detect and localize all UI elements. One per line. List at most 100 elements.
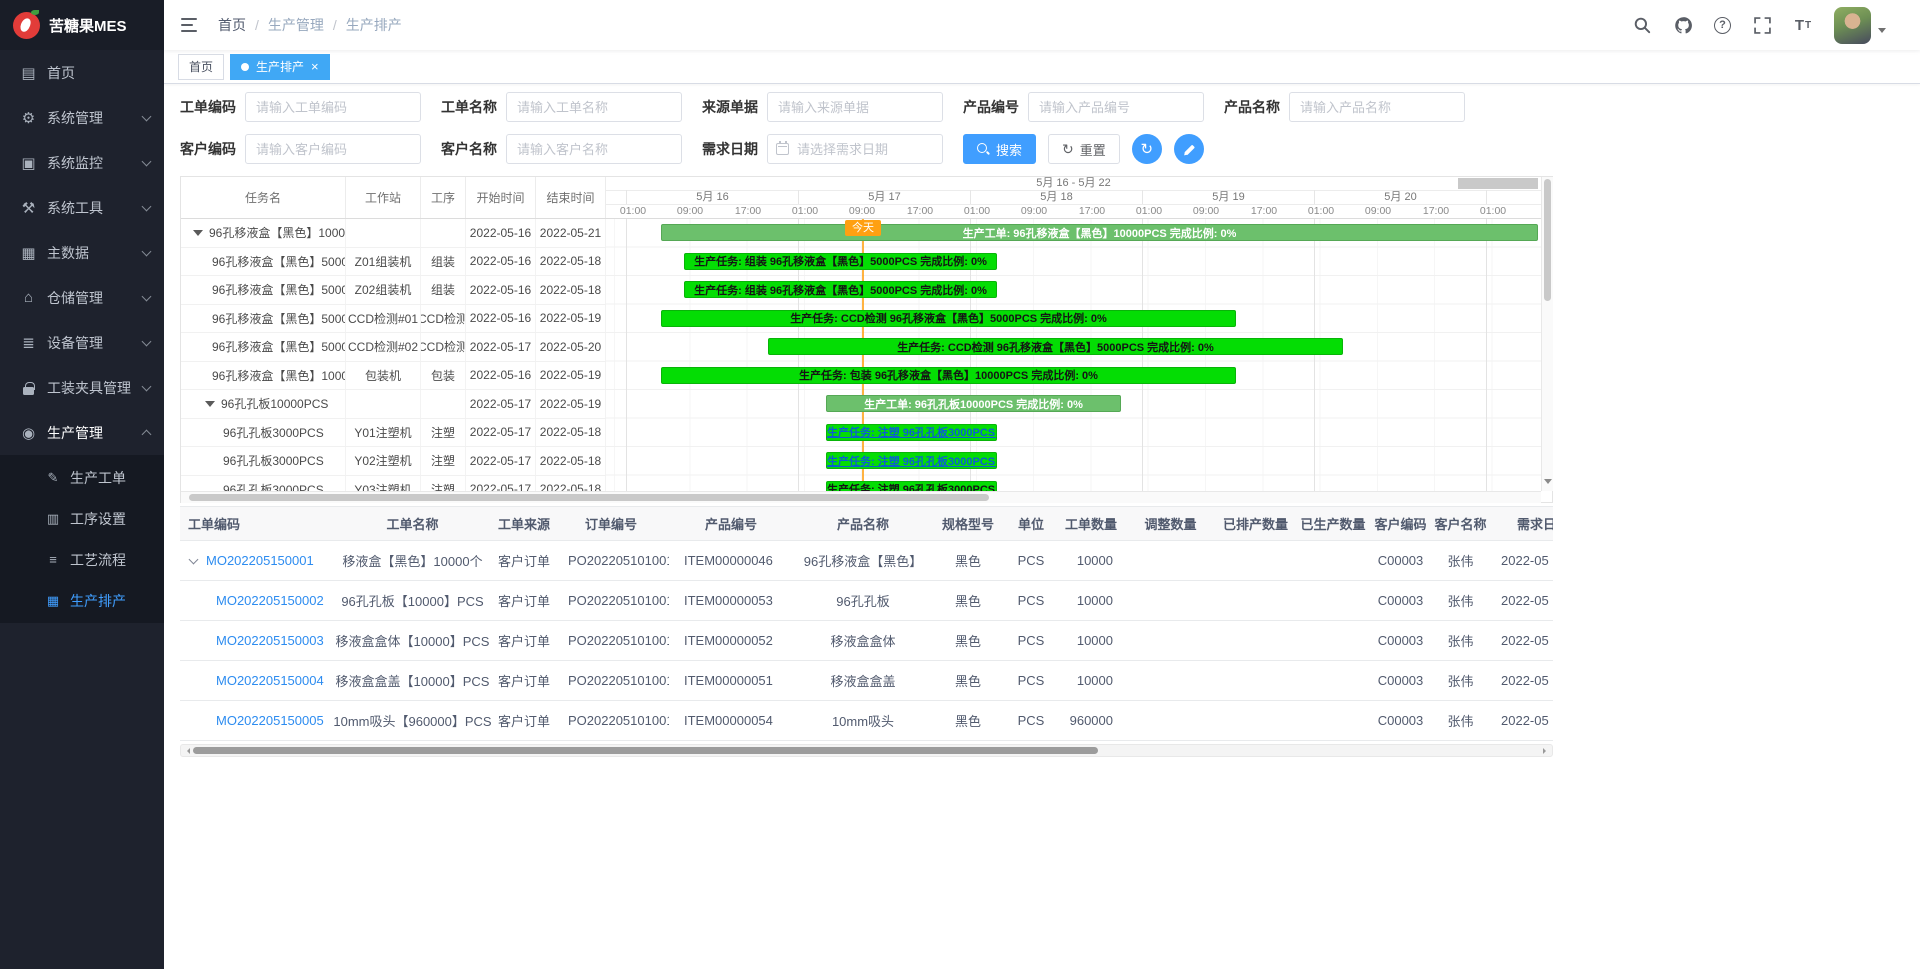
font-size-icon[interactable]: TT [1793, 15, 1813, 35]
help-icon[interactable]: ? [1714, 17, 1731, 34]
sidebar-item-master-data[interactable]: ▦ 主数据 [0, 230, 164, 275]
timeline-hour-label: 17:00 [902, 204, 938, 219]
order-code-link[interactable]: MO202205150005 [216, 713, 324, 728]
search-icon[interactable] [1632, 15, 1652, 35]
product-name-input[interactable] [1289, 92, 1465, 122]
scroll-down-arrow-icon[interactable] [1544, 479, 1552, 488]
item-no-cell: ITEM00000052 [669, 621, 793, 661]
collapse-caret-icon[interactable] [193, 230, 203, 241]
order-name-cell: 96孔孔板【10000】PCS [330, 581, 495, 621]
search-button[interactable]: 搜索 [963, 134, 1036, 164]
close-icon[interactable]: × [311, 60, 319, 73]
reset-button[interactable]: ↻ 重置 [1048, 134, 1120, 164]
task-name-cell: 96孔移液盒【黑色】5000P [181, 248, 346, 276]
start-cell: 2022-05-17 [466, 447, 536, 475]
order-row[interactable]: MO202205150002 96孔孔板【10000】PCS 客户订单 PO20… [180, 581, 1553, 621]
order-code-link[interactable]: MO202205150001 [206, 553, 314, 568]
order-source-cell: 客户订单 [495, 541, 553, 581]
gantt-bar-order[interactable]: 生产工单: 96孔移液盒【黑色】10000PCS 完成比例: 0% [661, 224, 1538, 241]
filter-work-order-name: 工单名称 [441, 92, 682, 122]
sidebar-item-production[interactable]: ◉ 生产管理 [0, 410, 164, 455]
sidebar-item-warehouse[interactable]: ⌂ 仓储管理 [0, 275, 164, 320]
order-code-link[interactable]: MO202205150004 [216, 673, 324, 688]
adjust-schedule-button[interactable] [1174, 134, 1204, 164]
product-code-input[interactable] [1028, 92, 1204, 122]
gantt-vertical-scrollbar[interactable] [1541, 177, 1553, 491]
sidebar-item-system-admin[interactable]: ⚙ 系统管理 [0, 95, 164, 140]
unit-cell: PCS [1003, 621, 1059, 661]
tab-scheduling[interactable]: 生产排产 × [230, 54, 330, 80]
scroll-left-arrow-icon[interactable] [184, 748, 190, 754]
adjust-qty-cell [1123, 541, 1218, 581]
sidebar-item-routing[interactable]: ≡ 工艺流程 [0, 539, 164, 580]
refresh-gantt-button[interactable]: ↻ [1132, 134, 1162, 164]
scroll-right-arrow-icon[interactable] [1543, 748, 1549, 754]
gantt-bar-task-selected[interactable]: 生产任务: 注塑 96孔孔板3000PCS 完成 [826, 452, 997, 469]
app-logo[interactable]: 苦糖果MES [0, 0, 164, 50]
scrollbar-thumb[interactable] [1544, 179, 1551, 301]
customer-name-input[interactable] [506, 134, 682, 164]
sidebar-item-equipment[interactable]: ≣ 设备管理 [0, 320, 164, 365]
gantt-bar-task[interactable]: 生产任务: 组装 96孔移液盒【黑色】5000PCS 完成比例: 0% [684, 281, 997, 298]
fullscreen-icon[interactable] [1752, 15, 1772, 35]
sidebar-toggle-icon[interactable] [164, 0, 214, 50]
gantt-task-row[interactable]: 96孔移液盒【黑色】10000 包装机 包装 2022-05-16 2022-0… [181, 362, 606, 391]
gantt-task-row[interactable]: 96孔孔板10000PCS 2022-05-17 2022-05-19 [181, 390, 606, 419]
source-doc-input[interactable] [767, 92, 943, 122]
gantt-bar-task[interactable]: 生产任务: CCD检测 96孔移液盒【黑色】5000PCS 完成比例: 0% [661, 310, 1236, 327]
work-orders-table: 工单编码 工单名称 工单来源 订单编号 产品编号 产品名称 规格型号 单位 工单… [180, 506, 1553, 741]
lock-icon [19, 380, 38, 396]
gantt-task-row[interactable]: 96孔移液盒【黑色】5000P Z02组装机 组装 2022-05-16 202… [181, 276, 606, 305]
gantt-task-row[interactable]: 96孔孔板3000PCS Y02注塑机 注塑 2022-05-17 2022-0… [181, 447, 606, 476]
gantt-task-row[interactable]: 96孔移液盒【黑色】5000P CCD检测#01 CCD检测 2022-05-1… [181, 305, 606, 334]
gantt-task-row[interactable]: 96孔孔板3000PCS Y03注塑机 注塑 2022-05-17 2022-0… [181, 476, 606, 492]
gantt-task-row[interactable]: 96孔移液盒【黑色】5000P CCD检测#02 CCD检测 2022-05-1… [181, 333, 606, 362]
user-avatar[interactable] [1834, 7, 1871, 44]
start-cell: 2022-05-16 [466, 305, 536, 333]
gantt-col-start: 开始时间 [466, 177, 536, 218]
gantt-task-row[interactable]: 96孔移液盒【黑色】5000P Z01组装机 组装 2022-05-16 202… [181, 248, 606, 277]
work-order-code-input[interactable] [245, 92, 421, 122]
table-horizontal-scrollbar[interactable] [180, 744, 1553, 757]
due-date-input[interactable] [767, 134, 943, 164]
expand-caret-icon[interactable] [189, 555, 199, 565]
gantt-bar-task[interactable]: 生产任务: 注塑 96孔孔板3000PCS 完成 [826, 481, 997, 492]
customer-code-input[interactable] [245, 134, 421, 164]
order-name-cell: 移液盒盒盖【10000】PCS [330, 661, 495, 701]
gantt-task-row[interactable]: 96孔孔板3000PCS Y01注塑机 注塑 2022-05-17 2022-0… [181, 419, 606, 448]
breadcrumb-production[interactable]: 生产管理 [268, 15, 324, 35]
gantt-bar-task[interactable]: 生产任务: 组装 96孔移液盒【黑色】5000PCS 完成比例: 0% [684, 253, 997, 270]
gantt-bar-task[interactable]: 生产任务: CCD检测 96孔移液盒【黑色】5000PCS 完成比例: 0% [768, 338, 1343, 355]
sidebar-item-work-orders[interactable]: ✎ 生产工单 [0, 457, 164, 498]
order-row[interactable]: MO202205150003 移液盒盒体【10000】PCS 客户订单 PO20… [180, 621, 1553, 661]
gantt-bar-order[interactable]: 生产工单: 96孔孔板10000PCS 完成比例: 0% [826, 395, 1121, 412]
order-row[interactable]: MO202205150004 移液盒盒盖【10000】PCS 客户订单 PO20… [180, 661, 1553, 701]
chevron-down-icon [142, 201, 152, 211]
gantt-bar-task-selected[interactable]: 生产任务: 注塑 96孔孔板3000PCS 完成 [826, 424, 997, 441]
spec-cell: 黑色 [933, 541, 1003, 581]
sidebar-item-label: 首页 [47, 63, 150, 83]
breadcrumb-home[interactable]: 首页 [218, 15, 246, 35]
scrollbar-thumb[interactable] [193, 747, 1098, 754]
github-icon[interactable] [1673, 15, 1693, 35]
sidebar-item-system-monitor[interactable]: ▣ 系统监控 [0, 140, 164, 185]
tab-home[interactable]: 首页 [178, 54, 224, 80]
gantt-bar-task[interactable]: 生产任务: 包装 96孔移液盒【黑色】10000PCS 完成比例: 0% [661, 367, 1236, 384]
gantt-task-row[interactable]: 96孔移液盒【黑色】10000P 2022-05-16 2022-05-21 [181, 219, 606, 248]
timeline-scroll-thumb[interactable] [1458, 178, 1538, 189]
sidebar-item-process-settings[interactable]: ▥ 工序设置 [0, 498, 164, 539]
work-order-name-input[interactable] [506, 92, 682, 122]
sidebar-item-home[interactable]: ▤ 首页 [0, 50, 164, 95]
order-code-link[interactable]: MO202205150003 [216, 633, 324, 648]
gantt-horizontal-scrollbar[interactable] [181, 491, 1541, 503]
scrollbar-thumb[interactable] [189, 494, 989, 501]
col-adjust-qty: 调整数量 [1123, 507, 1218, 541]
order-code-link[interactable]: MO202205150002 [216, 593, 324, 608]
sidebar-item-tooling[interactable]: 工装夹具管理 [0, 365, 164, 410]
order-row[interactable]: MO202205150001 移液盒【黑色】10000个 客户订单 PO2022… [180, 541, 1553, 581]
order-row[interactable]: MO202205150005 10mm吸头【960000】PCS 客户订单 PO… [180, 701, 1553, 741]
sidebar-item-system-tools[interactable]: ⚒ 系统工具 [0, 185, 164, 230]
sidebar-item-scheduling[interactable]: ▦ 生产排产 [0, 580, 164, 621]
collapse-caret-icon[interactable] [205, 401, 215, 412]
breadcrumb-separator: / [255, 17, 259, 33]
